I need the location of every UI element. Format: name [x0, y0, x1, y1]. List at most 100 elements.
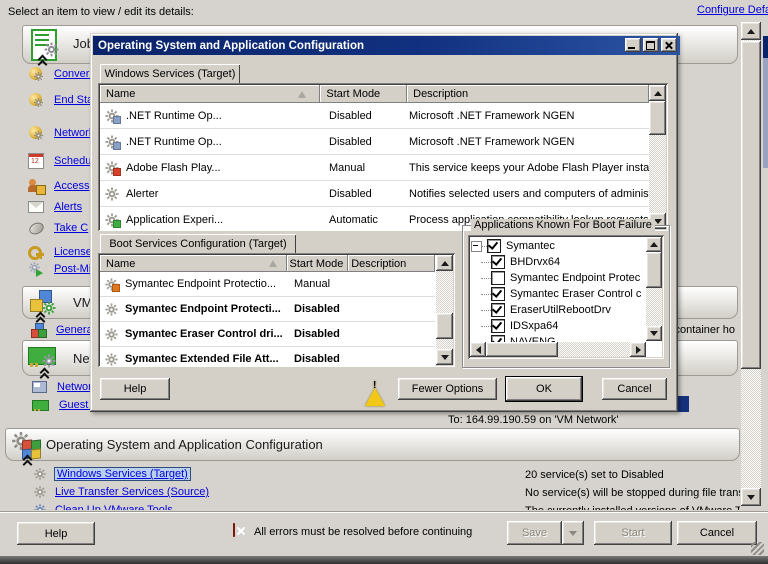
tree-item[interactable]: IDSxpa64 [471, 318, 643, 334]
table-row[interactable]: .NET Runtime Op... Disabled Microsoft .N… [100, 103, 649, 129]
tree-vertical-scrollbar[interactable] [646, 237, 662, 341]
resize-grip[interactable] [751, 542, 764, 555]
column-header-name[interactable]: Name [100, 255, 287, 272]
boot-table-scrollbar[interactable] [436, 255, 453, 365]
table-row[interactable]: Symantec Extended File Att... Disabled [100, 347, 435, 367]
warning-icon [365, 376, 385, 406]
windows-services-table: Name Start Mode Description .NET Runtime… [98, 83, 668, 231]
gear-icon [33, 467, 47, 481]
sidebar-item-label[interactable]: Schedu [54, 155, 91, 167]
dialog-titlebar[interactable]: Operating System and Application Configu… [93, 36, 680, 55]
scrollbar-thumb[interactable] [486, 342, 558, 357]
scroll-down-button[interactable] [646, 326, 662, 341]
main-scrollbar[interactable] [741, 22, 761, 506]
scroll-up-button[interactable] [741, 22, 761, 40]
gear-ball-icon [28, 92, 44, 108]
sidebar-item-network[interactable]: Network [28, 125, 94, 141]
sidebar-item-label[interactable]: Alerts [54, 201, 82, 213]
table-row[interactable]: Alerter Disabled Notifies selected users… [100, 181, 649, 207]
save-dropdown-button[interactable] [562, 521, 584, 545]
checkbox-checked[interactable] [491, 287, 505, 301]
tree-item[interactable]: Symantec Eraser Control c [471, 286, 643, 302]
fewer-options-button[interactable]: Fewer Options [398, 378, 497, 400]
scroll-right-button[interactable] [630, 342, 646, 357]
tab-windows-services-target[interactable]: Windows Services (Target) [100, 64, 240, 84]
tree-item[interactable]: EraserUtilRebootDrv [471, 302, 643, 318]
maximize-button[interactable] [643, 38, 659, 52]
sidebar-item-alerts[interactable]: Alerts [28, 201, 82, 213]
sidebar-item-general[interactable]: General [30, 322, 95, 338]
scroll-up-button[interactable] [436, 255, 453, 271]
gear-ball-icon [28, 66, 44, 82]
live-transfer-services-link[interactable]: Live Transfer Services (Source) [55, 486, 209, 498]
ok-button[interactable]: OK [506, 377, 582, 401]
checkbox-checked[interactable] [491, 255, 505, 269]
close-button[interactable] [661, 38, 677, 52]
sidebar-item-network-config[interactable]: Network [32, 381, 97, 393]
tab-boot-services-configuration[interactable]: Boot Services Configuration (Target) [100, 234, 296, 254]
scroll-left-button[interactable] [470, 342, 486, 357]
table-row[interactable]: Symantec Endpoint Protectio... Manual [100, 272, 435, 297]
save-button[interactable]: Save [507, 521, 562, 545]
tree-collapse-icon[interactable] [471, 241, 482, 252]
sidebar-item-access[interactable]: Access [28, 178, 89, 194]
os-app-section-header[interactable]: Operating System and Application Configu… [5, 428, 740, 461]
scroll-up-button[interactable] [646, 237, 662, 252]
table-row[interactable]: .NET Runtime Op... Disabled Microsoft .N… [100, 129, 649, 155]
sidebar-item-take-control[interactable]: Take C [28, 221, 88, 234]
help-button[interactable]: Help [17, 522, 95, 545]
table-row[interactable]: Symantec Endpoint Protecti... Disabled [100, 297, 435, 322]
sidebar-item-label[interactable]: Take C [54, 222, 88, 234]
tree-item[interactable]: Symantec Endpoint Protec [471, 270, 643, 286]
service-gear-icon [104, 108, 120, 124]
scrollbar-thumb[interactable] [649, 101, 666, 135]
network-detail-line: To: 164.99.190.59 on 'VM Network' [448, 414, 619, 426]
scroll-down-button[interactable] [436, 349, 453, 365]
column-header-name[interactable]: Name [100, 85, 320, 103]
table-row[interactable]: Adobe Flash Play... Manual This service … [100, 155, 649, 181]
configure-defaults-link[interactable]: Configure Defaults [697, 4, 768, 16]
sidebar-item-label[interactable]: Network [54, 127, 94, 139]
sidebar-item-label[interactable]: Post-Mi [54, 263, 91, 275]
column-header-description[interactable]: Description [348, 255, 435, 272]
sidebar-item-label[interactable]: End Sta [54, 94, 93, 106]
right-edge-window-fragment [763, 36, 768, 58]
os-app-item-row: Live Transfer Services (Source) [33, 485, 209, 499]
boot-failure-group-title: Applications Known For Boot Failure [471, 219, 655, 231]
sidebar-item-licenses[interactable]: License [28, 245, 92, 259]
windows-services-target-link[interactable]: Windows Services (Target) [55, 468, 190, 480]
application-window: Select an item to view / edit its detail… [0, 0, 768, 564]
minimize-button[interactable] [625, 38, 641, 52]
clean-up-vmware-tools-link[interactable]: Clean Up VMware Tools [55, 504, 173, 510]
sidebar-item-label[interactable]: Convers [54, 68, 95, 80]
sidebar-item-label[interactable]: License [54, 246, 92, 258]
table-row[interactable]: Symantec Eraser Control dri... Disabled [100, 322, 435, 347]
mouse-icon [28, 221, 44, 234]
scrollbar-thumb[interactable] [741, 41, 761, 369]
sidebar-item-label[interactable]: Access [54, 180, 89, 192]
checkbox-checked[interactable] [491, 319, 505, 333]
services-table-scrollbar[interactable] [649, 85, 666, 229]
checkbox-checked[interactable] [487, 239, 501, 253]
tree-item-symantec[interactable]: Symantec [471, 238, 643, 254]
sidebar-item-end-states[interactable]: End Sta [28, 92, 93, 108]
dialog-cancel-button[interactable]: Cancel [602, 378, 667, 400]
column-header-start-mode[interactable]: Start Mode [287, 255, 349, 272]
sidebar-item-post-migration[interactable]: Post-Mi [28, 261, 91, 277]
start-button[interactable]: Start [594, 521, 672, 545]
scroll-down-button[interactable] [741, 488, 761, 506]
dialog-help-button[interactable]: Help [100, 378, 170, 400]
tree-horizontal-scrollbar[interactable] [470, 342, 646, 357]
cancel-button[interactable]: Cancel [677, 521, 757, 545]
sidebar-item-conversion[interactable]: Convers [28, 66, 95, 82]
os-app-item-row: Clean Up VMware Tools [33, 503, 173, 510]
scrollbar-thumb[interactable] [646, 252, 662, 288]
tree-item[interactable]: BHDrvx64 [471, 254, 643, 270]
checkbox-unchecked[interactable] [491, 271, 505, 285]
column-header-description[interactable]: Description [407, 85, 649, 103]
scrollbar-thumb[interactable] [436, 313, 453, 339]
sidebar-item-schedule[interactable]: Schedu [28, 153, 91, 169]
column-header-start-mode[interactable]: Start Mode [320, 85, 407, 103]
checkbox-checked[interactable] [491, 303, 505, 317]
scroll-up-button[interactable] [649, 85, 666, 101]
